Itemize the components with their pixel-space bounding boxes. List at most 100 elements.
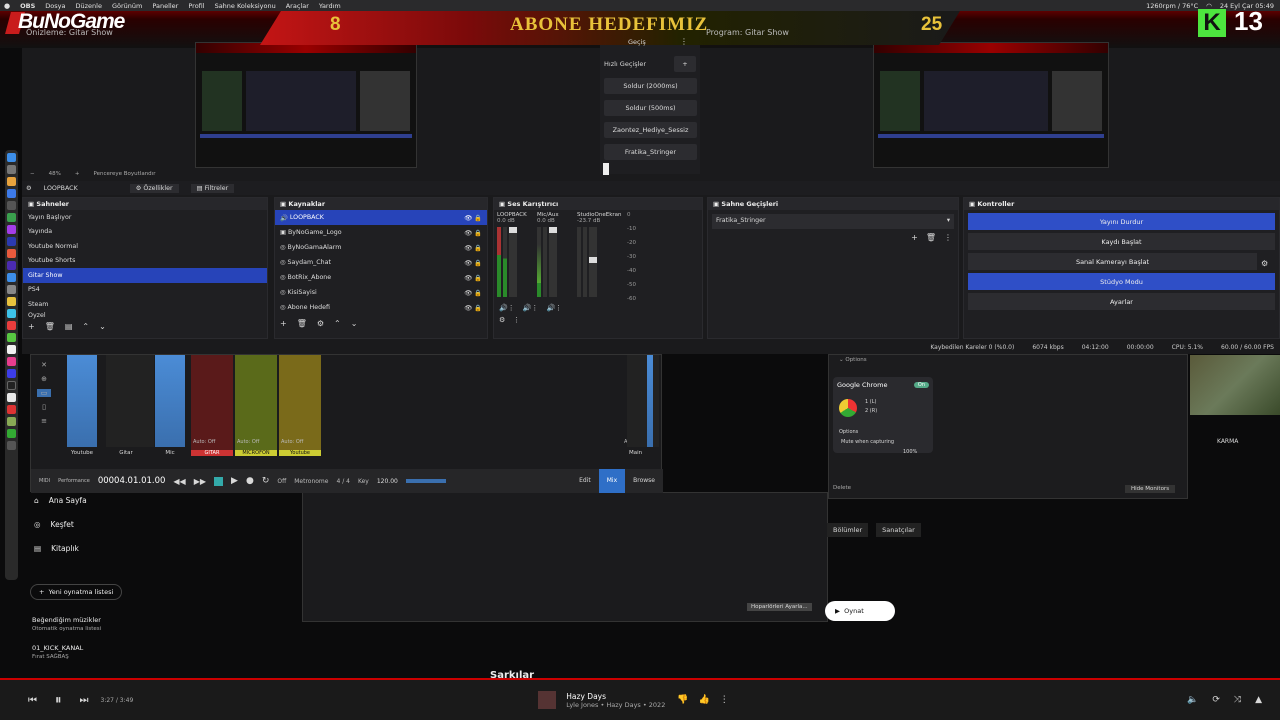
visibility-icon[interactable]: 👁 🔒 (464, 274, 482, 282)
remove-source-icon[interactable]: 🗑 (297, 319, 307, 328)
menu-yardim[interactable]: Yardım (319, 2, 341, 10)
app-icon[interactable] (7, 369, 16, 378)
shuffle-icon[interactable]: ⤨ (1234, 695, 1241, 705)
app-icon[interactable] (7, 345, 16, 354)
app-menu[interactable]: OBS (20, 2, 35, 10)
rewind-icon[interactable]: ◀◀ (173, 477, 185, 486)
premiere-icon[interactable] (7, 237, 16, 246)
source-gear-icon[interactable]: ⚙ (317, 319, 324, 328)
next-icon[interactable]: ⏭ (80, 695, 89, 706)
album-art[interactable] (538, 691, 557, 709)
tab-mix[interactable]: Mix (598, 469, 626, 493)
t-bar-slider[interactable] (603, 163, 609, 175)
visibility-icon[interactable]: 👁 🔒 (464, 244, 482, 252)
scene-item[interactable]: Yayın Başlıyor (23, 210, 267, 225)
app-icon[interactable] (7, 381, 16, 390)
time-display[interactable]: 00004.01.01.00 (98, 476, 166, 486)
tool-icon[interactable]: ▯ (42, 403, 46, 411)
liked-music[interactable]: Beğendiğim müzikler (32, 616, 101, 624)
mute-icon[interactable]: 🔊⋮ (499, 304, 515, 312)
app-icon[interactable] (7, 249, 16, 258)
forward-icon[interactable]: ▶▶ (194, 477, 206, 486)
pause-icon[interactable]: ⏸ (55, 693, 62, 708)
add-quick-transition-button[interactable]: + (674, 56, 696, 72)
play-icon[interactable]: ▶ (231, 476, 238, 486)
menu-araclar[interactable]: Araçlar (286, 2, 309, 10)
finder-icon[interactable] (7, 153, 16, 162)
app-icon[interactable] (7, 405, 16, 414)
move-up-icon[interactable]: ⌃ (82, 322, 89, 331)
scene-item[interactable]: PS4 (23, 283, 267, 298)
zoom-out-icon[interactable]: − (30, 171, 35, 177)
visibility-icon[interactable]: 👁 🔒 (464, 304, 482, 312)
scene-filter-icon[interactable]: ▤ (65, 322, 73, 331)
time-signature[interactable]: 4 / 4 (336, 478, 349, 485)
menu-profil[interactable]: Profil (188, 2, 204, 10)
visibility-icon[interactable]: 👁 🔒 (464, 289, 482, 297)
volume-fader[interactable] (509, 227, 517, 297)
menu-paneller[interactable]: Paneller (152, 2, 178, 10)
menu-dosya[interactable]: Dosya (45, 2, 65, 10)
previous-icon[interactable]: ⏮ (28, 695, 37, 706)
visibility-icon[interactable]: 👁 🔒 (464, 229, 482, 237)
repeat-icon[interactable]: ⟳ (1212, 695, 1220, 705)
source-item[interactable]: ◎ KisiSayisi 👁 🔒 (275, 285, 487, 300)
delete-button[interactable]: Delete (833, 485, 851, 491)
record-icon[interactable]: ● (246, 476, 254, 486)
settings-button[interactable]: Ayarlar (968, 293, 1275, 310)
quick-transition-fade-2000[interactable]: Soldur (2000ms) (604, 78, 697, 94)
app-icon[interactable] (7, 333, 16, 342)
mute-when-capturing[interactable]: Mute when capturing (841, 439, 894, 445)
loop-icon[interactable]: ↻ (262, 476, 270, 486)
app-icon[interactable] (7, 213, 16, 222)
tempo-value[interactable]: 120.00 (377, 478, 398, 485)
quick-transition-fade-500[interactable]: Soldur (500ms) (604, 100, 697, 116)
remove-transition-icon[interactable]: 🗑 (926, 233, 936, 242)
scene-item[interactable]: Yayında (23, 225, 267, 240)
scene-item[interactable]: Youtube Shorts (23, 254, 267, 269)
tool-icon[interactable]: ⊕ (41, 375, 47, 383)
source-item[interactable]: ◎ ByNoGamaAlarm 👁 🔒 (275, 240, 487, 255)
like-icon[interactable]: 👍 (699, 695, 710, 705)
menu-gorunum[interactable]: Görünüm (112, 2, 142, 10)
apple-icon[interactable]: ● (4, 2, 10, 10)
start-recording-button[interactable]: Kaydı Başlat (968, 233, 1275, 250)
volume-fader[interactable] (549, 227, 557, 297)
source-gear-icon[interactable]: ⚙ (26, 185, 32, 192)
zoom-in-icon[interactable]: + (75, 171, 80, 177)
menu-duzenle[interactable]: Düzenle (75, 2, 101, 10)
app-icon[interactable] (7, 321, 16, 330)
source-item[interactable]: ◎ BotRix_Abone 👁 🔒 (275, 270, 487, 285)
auto-off-label[interactable]: Auto: Off (193, 439, 215, 445)
expand-icon[interactable]: ▲ (1255, 695, 1262, 705)
app-icon[interactable] (7, 417, 16, 426)
start-virtual-camera-button[interactable]: Sanal Kamerayı Başlat (968, 253, 1257, 270)
trash-icon[interactable] (7, 441, 16, 450)
fit-to-window[interactable]: Pencereye Boyutlandır (93, 171, 155, 177)
virtual-camera-gear-icon[interactable]: ⚙ (1261, 259, 1268, 268)
mixer-settings-icon[interactable]: ⚙ (499, 316, 505, 324)
sync-value[interactable]: Off (277, 478, 286, 485)
metronome-label[interactable]: Metronome (294, 478, 328, 485)
remove-scene-icon[interactable]: 🗑 (45, 322, 55, 331)
tab-edit[interactable]: Edit (571, 469, 599, 493)
kebab-icon[interactable]: ⋮ (513, 316, 520, 324)
auto-off-label[interactable]: Auto: Off (281, 439, 303, 445)
quick-transition-gift[interactable]: Zaontez_Hediye_Sessiz (604, 122, 697, 138)
key-label[interactable]: Key (358, 478, 369, 485)
stop-icon[interactable] (214, 476, 224, 486)
after-effects-icon[interactable] (7, 261, 16, 270)
visibility-icon[interactable]: 👁 🔒 (464, 214, 482, 222)
new-playlist-button[interactable]: + Yeni oynatma listesi (30, 584, 123, 600)
app-icon[interactable] (7, 189, 16, 198)
volume-icon[interactable]: 🔈 (1187, 695, 1198, 705)
app-icon[interactable] (7, 201, 16, 210)
source-item[interactable]: ◎ Abone Hedefi 👁 🔒 (275, 300, 487, 315)
playlist-item[interactable]: 01_KICK_KANAL (32, 644, 83, 652)
properties-button[interactable]: ⚙ Özellikler (129, 183, 179, 193)
source-item[interactable]: ◎ Saydam_Chat 👁 🔒 (275, 255, 487, 270)
kebab-icon[interactable]: ⋮ (944, 233, 952, 242)
app-icon[interactable] (7, 297, 16, 306)
app-icon[interactable] (7, 165, 16, 174)
auto-off-label[interactable]: Auto: Off (237, 439, 259, 445)
